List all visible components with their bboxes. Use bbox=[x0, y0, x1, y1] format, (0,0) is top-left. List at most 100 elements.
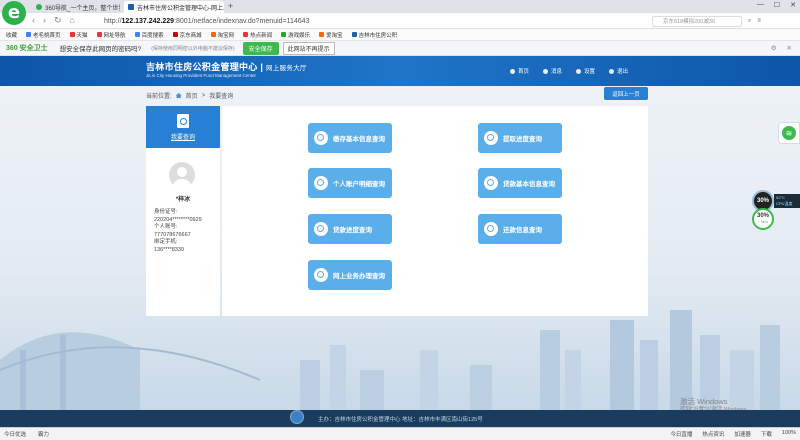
tab-360-nav[interactable]: 360导航_一个主页，整个世界 ✕ bbox=[32, 1, 120, 13]
search-icon bbox=[314, 222, 328, 236]
wifi-icon: ≋ bbox=[782, 126, 796, 140]
footer-text: 主办：吉林市住房公积金管理中心 地址：吉林市丰满区南山街125号 bbox=[318, 416, 483, 423]
new-tab-button[interactable]: + bbox=[228, 1, 233, 11]
gear-icon[interactable]: ⚙ bbox=[771, 44, 777, 52]
back-page-button[interactable]: 返回上一页 bbox=[604, 87, 648, 100]
secure-save-button[interactable]: 安全保存 bbox=[242, 41, 279, 55]
bookmark-item[interactable]: 热点新闻 bbox=[243, 31, 272, 39]
repayment-info-query-button[interactable]: 还款信息查询 bbox=[478, 214, 562, 244]
wifi-widget[interactable]: ≋ bbox=[778, 122, 800, 144]
bookmark-icon bbox=[281, 32, 287, 37]
breadcrumb-separator: > bbox=[201, 92, 206, 99]
breadcrumb-home[interactable]: 首页 bbox=[186, 91, 198, 100]
home-icon[interactable]: ⌂ bbox=[70, 15, 75, 26]
bookmark-item[interactable]: 百度搜索 bbox=[134, 31, 164, 39]
bookmark-item[interactable]: 淘宝网 bbox=[210, 31, 234, 39]
bookmark-item[interactable]: 天猫 bbox=[69, 31, 88, 39]
nav-messages[interactable]: 消息 bbox=[543, 67, 562, 75]
bookmark-icon bbox=[69, 32, 75, 37]
never-prompt-button[interactable]: 此网站不再提示 bbox=[282, 41, 335, 55]
search-document-icon bbox=[177, 114, 189, 128]
home-icon bbox=[175, 93, 182, 98]
search-icon bbox=[484, 176, 498, 190]
nav-home[interactable]: 首页 bbox=[510, 67, 529, 75]
status-item[interactable]: 今日直播 bbox=[670, 430, 692, 438]
id-label: 身份证号: bbox=[154, 209, 178, 215]
search-icon[interactable]: ⌕ bbox=[748, 18, 751, 25]
bookmark-icon bbox=[96, 32, 102, 37]
status-right: 今日直播 热点资讯 加速器 下载 100% bbox=[670, 430, 796, 438]
home-icon bbox=[510, 68, 515, 74]
top-nav: 首页 消息 设置 退出 bbox=[510, 67, 628, 75]
user-name: *梓冰 bbox=[175, 197, 191, 203]
status-item[interactable]: 霸力 bbox=[38, 430, 49, 438]
status-item[interactable]: 加速器 bbox=[734, 430, 751, 438]
close-window-button[interactable]: ✕ bbox=[790, 1, 796, 9]
bookmark-icon bbox=[210, 32, 216, 37]
query-panel: 缴存基本信息查询 提取进度查询 个人账户明细查询 贷款基本信息查询 贷款进度查询… bbox=[222, 106, 648, 316]
bookmark-item[interactable]: 老毛桃首页 bbox=[26, 31, 61, 39]
bookmark-item[interactable]: 收藏 bbox=[6, 31, 17, 39]
site-header: 吉林市住房公积金管理中心 | 网上服务大厅 JiLin City Housing… bbox=[0, 56, 800, 86]
tab-bar: 360导航_一个主页，整个世界 ✕ 吉林市住房公积金管理中心-网上... ✕ +… bbox=[0, 0, 800, 13]
network-gauge[interactable]: 30% ↑ 9K/s bbox=[752, 208, 774, 230]
search-icon bbox=[314, 131, 328, 145]
refresh-icon[interactable]: ↻ bbox=[54, 15, 62, 26]
search-icon bbox=[314, 176, 328, 190]
withdrawal-progress-query-button[interactable]: 提取进度查询 bbox=[478, 123, 562, 153]
bookmark-icon bbox=[319, 32, 325, 37]
password-save-notice: 360 安全卫士 想安全保存此网页的密码吗? (保存使用同明密以外电脑不建议保存… bbox=[0, 41, 800, 56]
bookmark-icon bbox=[26, 32, 32, 37]
bookmark-icon bbox=[172, 32, 178, 37]
bookmark-item[interactable]: 京东商城 bbox=[172, 31, 202, 39]
url-host: 122.137.242.229 bbox=[121, 17, 175, 25]
bookmark-item[interactable]: 爱淘宝 bbox=[319, 31, 343, 39]
sidebar-heading: 我要查询 bbox=[170, 135, 195, 141]
status-item[interactable]: 下载 bbox=[761, 430, 772, 438]
bookmark-item[interactable]: 吉林市住房公积 bbox=[351, 31, 397, 39]
address-bar-tools: 京东618模拟200减30 ⌕ ≡ bbox=[652, 15, 761, 27]
breadcrumb-label: 当前位置: bbox=[146, 94, 172, 100]
id-value: 220204********0929 bbox=[154, 216, 202, 223]
bookmark-item[interactable]: 网址导航 bbox=[96, 31, 126, 39]
maximize-button[interactable]: ☐ bbox=[774, 1, 780, 9]
bookmark-icon bbox=[351, 32, 357, 37]
close-icon[interactable]: ✕ bbox=[787, 44, 792, 52]
browser-search-input[interactable]: 京东618模拟200减30 bbox=[652, 15, 742, 27]
search-icon bbox=[484, 131, 498, 145]
phone-label: 绑定手机: bbox=[154, 239, 178, 245]
zoom-level[interactable]: 100% bbox=[782, 430, 796, 438]
window-controls: — ☐ ✕ bbox=[757, 1, 796, 9]
tab-title: 吉林市住房公积金管理中心-网上... bbox=[137, 5, 224, 12]
status-item[interactable]: 热点资讯 bbox=[702, 430, 724, 438]
account-value: 777078676667 bbox=[154, 231, 191, 238]
nav-logout[interactable]: 退出 bbox=[609, 67, 628, 75]
user-sidebar: 我要查询 *梓冰 身份证号: 220204********0929 个人账号: … bbox=[146, 106, 220, 316]
forward-arrow-icon[interactable]: › bbox=[43, 15, 46, 26]
message-icon bbox=[543, 68, 549, 74]
minimize-button[interactable]: — bbox=[757, 1, 764, 9]
breadcrumb: 当前位置: 首页 > 我要查询 bbox=[146, 88, 648, 103]
loan-info-query-button[interactable]: 贷款基本信息查询 bbox=[478, 168, 562, 198]
tab-jilin-fund[interactable]: 吉林市住房公积金管理中心-网上... ✕ bbox=[124, 1, 224, 13]
back-arrow-icon[interactable]: ‹ bbox=[32, 15, 35, 26]
breadcrumb-current: 我要查询 bbox=[209, 94, 234, 100]
sidebar-header[interactable]: 我要查询 bbox=[146, 106, 220, 148]
phone-value: 136****8339 bbox=[154, 246, 184, 253]
url-input[interactable]: http:// 122.137.242.229 :8001/netface/in… bbox=[104, 15, 644, 27]
loan-progress-query-button[interactable]: 贷款进度查询 bbox=[308, 214, 392, 244]
online-business-query-button[interactable]: 网上业务办理查询 bbox=[308, 260, 392, 290]
status-item[interactable]: 今日优选 bbox=[4, 430, 26, 438]
account-detail-query-button[interactable]: 个人账户明细查询 bbox=[308, 168, 392, 198]
bookmarks-bar: 收藏 老毛桃首页 天猫 网址导航 百度搜索 京东商城 淘宝网 热点新闻 游戏娱乐… bbox=[0, 29, 800, 41]
notice-tip: (保存使用同明密以外电脑不建议保存) bbox=[151, 45, 235, 52]
browser-logo-icon[interactable]: e bbox=[2, 1, 26, 25]
nav-settings[interactable]: 设置 bbox=[576, 67, 595, 75]
bookmark-item[interactable]: 游戏娱乐 bbox=[281, 31, 310, 39]
security-brand-logo: 360 安全卫士 bbox=[6, 45, 48, 52]
avatar bbox=[169, 162, 195, 188]
deposit-info-query-button[interactable]: 缴存基本信息查询 bbox=[308, 123, 392, 153]
menu-icon[interactable]: ≡ bbox=[757, 18, 761, 24]
search-icon bbox=[484, 222, 498, 236]
notice-question: 想安全保存此网页的密码吗? bbox=[59, 46, 142, 53]
